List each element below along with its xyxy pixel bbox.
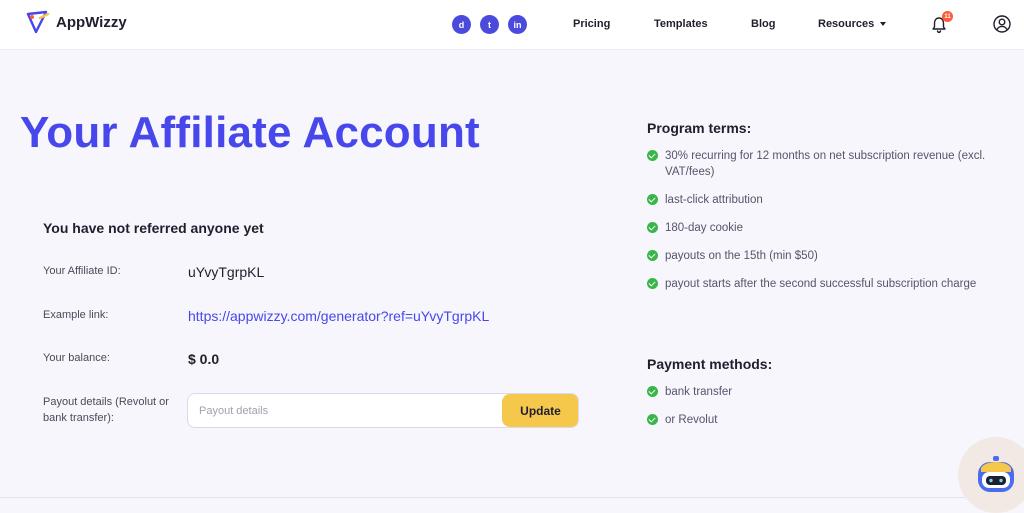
check-icon <box>647 150 658 161</box>
discord-icon[interactable]: d <box>452 15 471 34</box>
list-item: 30% recurring for 12 months on net subsc… <box>647 148 997 180</box>
logo[interactable]: AppWizzy <box>24 8 127 36</box>
nav-resources[interactable]: Resources <box>818 18 887 30</box>
check-icon <box>647 194 658 205</box>
payout-details-label: Payout details (Revolut or bank transfer… <box>43 396 169 424</box>
affiliate-id-label: Your Affiliate ID: <box>43 265 121 277</box>
program-terms-list: 30% recurring for 12 months on net subsc… <box>647 148 997 304</box>
social-links: d t in <box>452 15 527 34</box>
footer-divider <box>0 497 1024 498</box>
term-text: 180-day cookie <box>665 222 743 234</box>
check-icon <box>647 386 658 397</box>
payment-methods-heading: Payment methods: <box>647 356 773 372</box>
nav-blog[interactable]: Blog <box>751 18 775 30</box>
nav-pricing[interactable]: Pricing <box>573 18 610 30</box>
list-item: bank transfer <box>647 384 997 400</box>
nav-resources-label: Resources <box>818 18 875 30</box>
method-text: bank transfer <box>665 386 733 398</box>
user-account-icon[interactable] <box>993 15 1011 33</box>
program-terms-heading: Program terms: <box>647 120 752 136</box>
list-item: last-click attribution <box>647 192 997 208</box>
list-item: 180-day cookie <box>647 220 997 236</box>
referral-status: You have not referred anyone yet <box>43 220 264 236</box>
twitter-icon[interactable]: t <box>480 15 499 34</box>
payout-form: Update <box>187 393 579 428</box>
term-text: payouts on the 15th (min $50) <box>665 250 818 262</box>
term-text: payout starts after the second successfu… <box>665 278 977 290</box>
payout-details-input[interactable] <box>188 394 500 427</box>
update-button[interactable]: Update <box>502 394 578 427</box>
check-icon <box>647 278 658 289</box>
balance-value: $ 0.0 <box>188 351 220 367</box>
page-title: Your Affiliate Account <box>20 108 480 157</box>
term-text: 30% recurring for 12 months on net subsc… <box>665 150 986 178</box>
affiliate-id-value: uYvyTgrpKL <box>188 264 265 280</box>
example-link-label: Example link: <box>43 309 109 321</box>
method-text: or Revolut <box>665 414 718 426</box>
appwizzy-logo-icon <box>26 10 50 34</box>
logo-text: AppWizzy <box>56 13 127 31</box>
nav-templates[interactable]: Templates <box>654 18 708 30</box>
check-icon <box>647 414 658 425</box>
chevron-down-icon <box>880 22 887 27</box>
top-navbar: AppWizzy d t in Pricing Templates Blog R… <box>0 0 1024 50</box>
list-item: or Revolut <box>647 412 997 428</box>
notification-badge: 11 <box>942 11 953 22</box>
payment-methods-list: bank transfer or Revolut <box>647 384 997 440</box>
balance-label: Your balance: <box>43 352 110 364</box>
check-icon <box>647 222 658 233</box>
robot-icon[interactable] <box>971 452 1021 502</box>
linkedin-icon[interactable]: in <box>508 15 527 34</box>
list-item: payouts on the 15th (min $50) <box>647 248 997 264</box>
term-text: last-click attribution <box>665 194 763 206</box>
list-item: payout starts after the second successfu… <box>647 276 997 292</box>
check-icon <box>647 250 658 261</box>
example-link[interactable]: https://appwizzy.com/generator?ref=uYvyT… <box>188 308 489 324</box>
